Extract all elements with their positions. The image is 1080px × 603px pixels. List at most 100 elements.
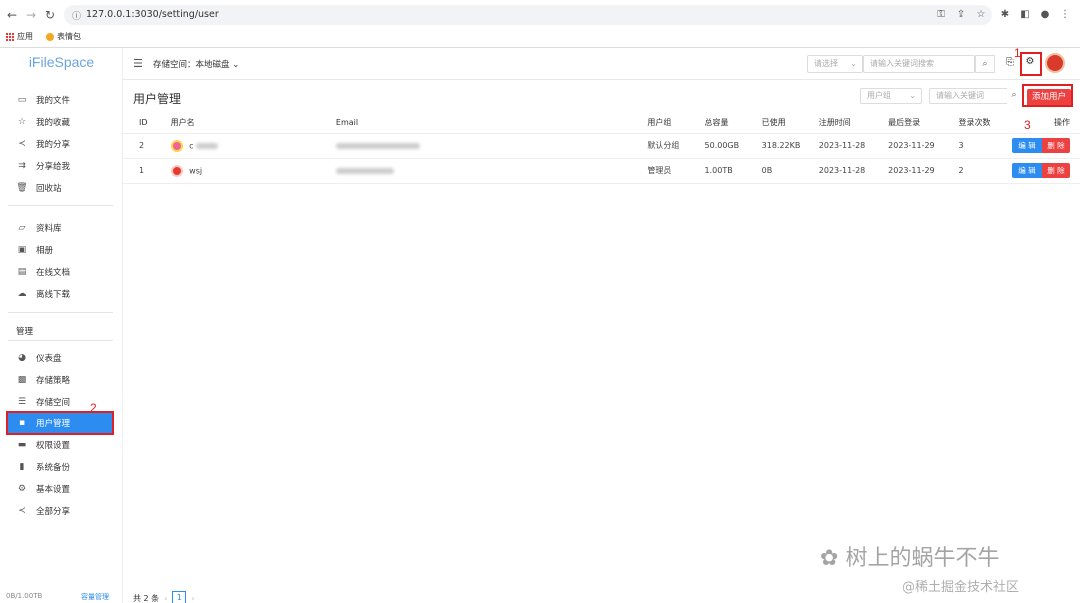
- sidebar-item-all-shares[interactable]: ≺ 全部分享: [0, 501, 123, 521]
- emoji-icon: [46, 32, 54, 41]
- shared-with-me-icon: ⇉: [18, 161, 26, 171]
- column-header-login-count: 登录次数: [958, 113, 1010, 134]
- cell-last-login: 2023-11-29: [888, 158, 959, 184]
- user-group-filter[interactable]: 用户组 ⌄: [860, 88, 922, 104]
- share-page-icon[interactable]: ⇪: [954, 8, 968, 22]
- storage-selector-label: 存储空间：本地磁盘: [153, 60, 230, 70]
- annotation-box-3: [1022, 84, 1073, 107]
- sidebar-item-label: 仪表盘: [36, 354, 62, 364]
- sidebar-item-album[interactable]: ▣ 相册: [0, 240, 123, 260]
- watermark-juejin: @稀土掘金技术社区: [902, 580, 1020, 595]
- sidebar: iFileSpace ▭ 我的文件 ☆ 我的收藏 ≺ 我的分享 ⇉ 分享给我 🗑…: [0, 48, 123, 603]
- delete-button[interactable]: 删 除: [1042, 138, 1070, 153]
- cell-group: 默认分组: [647, 133, 705, 159]
- delete-button[interactable]: 删 除: [1042, 163, 1070, 178]
- column-header-total: 总容量: [704, 113, 762, 134]
- page-title: 用户管理: [133, 92, 182, 106]
- cell-total: 50.00GB: [704, 133, 762, 159]
- chevron-down-icon: ⌄: [232, 60, 240, 70]
- side-panel-icon[interactable]: ◧: [1018, 8, 1032, 22]
- sidebar-item-dashboard[interactable]: ◕ 仪表盘: [0, 348, 123, 368]
- sidebar-item-my-shares[interactable]: ≺ 我的分享: [0, 134, 123, 154]
- address-bar[interactable]: ⓘ 127.0.0.1:3030/setting/user: [64, 5, 992, 25]
- profile-icon[interactable]: ●: [1038, 8, 1052, 22]
- bookmark-star-icon[interactable]: ☆: [974, 8, 988, 22]
- sidebar-item-basic-settings[interactable]: ⚙ 基本设置: [0, 479, 123, 499]
- sidebar-item-backup[interactable]: ▮ 系统备份: [0, 457, 123, 477]
- reload-icon[interactable]: ↻: [42, 7, 58, 23]
- folder-icon: ▭: [17, 95, 27, 105]
- all-shares-icon: ≺: [18, 506, 26, 516]
- sidebar-item-favorites[interactable]: ☆ 我的收藏: [0, 112, 123, 132]
- username-text: wsj: [189, 166, 203, 175]
- divider: [8, 312, 113, 313]
- key-icon[interactable]: ⚿: [934, 8, 948, 22]
- cell-actions: 编 辑删 除: [1009, 158, 1080, 184]
- app-header: ☰ 存储空间：本地磁盘 ⌄ 请选择 ⌄ 请输入关键词搜索 ⌕ ⎘ ⚙: [123, 48, 1080, 80]
- more-menu-icon[interactable]: ⋮: [1058, 8, 1072, 22]
- chevron-down-icon: ⌄: [850, 59, 857, 68]
- sidebar-item-label: 离线下载: [36, 290, 71, 300]
- cell-email: [319, 158, 648, 184]
- menu-toggle-icon[interactable]: ☰: [133, 57, 143, 70]
- sidebar-item-label: 存储策略: [36, 376, 71, 386]
- sidebar-item-label: 存储空间: [36, 398, 71, 408]
- sidebar-item-online-docs[interactable]: ▤ 在线文档: [0, 262, 123, 282]
- page-number[interactable]: 1: [172, 591, 187, 603]
- extensions-icon[interactable]: ✱: [998, 8, 1012, 22]
- sidebar-item-label: 权限设置: [36, 441, 71, 451]
- sidebar-item-library[interactable]: ▱ 资料库: [0, 218, 123, 238]
- sidebar-item-shared-with-me[interactable]: ⇉ 分享给我: [0, 156, 123, 176]
- storage-selector[interactable]: 存储空间：本地磁盘 ⌄: [153, 58, 239, 70]
- app-logo[interactable]: iFileSpace: [0, 54, 123, 70]
- prev-page-icon[interactable]: ‹: [164, 594, 167, 603]
- sidebar-item-label: 我的文件: [36, 96, 71, 106]
- cell-actions: 编 辑删 除: [1009, 133, 1080, 159]
- bookmark-emoji[interactable]: 表情包: [46, 31, 81, 42]
- url-text[interactable]: 127.0.0.1:3030/setting/user: [86, 9, 219, 20]
- sidebar-item-my-files[interactable]: ▭ 我的文件: [0, 90, 123, 110]
- browser-chrome: ← → ↻ ⓘ 127.0.0.1:3030/setting/user ⚿ ⇪ …: [0, 0, 1080, 48]
- sidebar-item-offline-download[interactable]: ☁ 离线下载: [0, 284, 123, 304]
- capacity-management-link[interactable]: 容量管理: [81, 592, 109, 602]
- info-icon[interactable]: ⓘ: [72, 9, 81, 22]
- column-header-email: Email: [319, 113, 648, 134]
- cell-used: 0B: [761, 158, 819, 184]
- sidebar-item-recycle-bin[interactable]: 🗑 回收站: [0, 178, 123, 198]
- forward-icon[interactable]: →: [23, 7, 39, 23]
- edit-button[interactable]: 编 辑: [1012, 163, 1042, 178]
- table-header-row: ID 用户名 Email 用户组 总容量 已使用 注册时间 最后登录 登录次数 …: [123, 113, 1080, 134]
- header-search-input[interactable]: 请输入关键词搜索: [863, 55, 975, 73]
- username-text: c: [189, 141, 194, 150]
- column-header-last-login: 最后登录: [888, 113, 959, 134]
- column-header-actions: 操作: [1009, 113, 1080, 134]
- sidebar-item-permissions[interactable]: ▬ 权限设置: [0, 435, 123, 455]
- keyword-search-input[interactable]: 请输入关键词: [929, 88, 1009, 104]
- column-header-id: ID: [123, 113, 155, 134]
- user-group-filter-placeholder: 用户组: [867, 91, 891, 100]
- annotation-number-2: 2: [90, 401, 97, 415]
- share-icon: ≺: [18, 139, 26, 149]
- column-header-username: 用户名: [154, 113, 320, 134]
- edit-button[interactable]: 编 辑: [1012, 138, 1042, 153]
- storage-policy-icon: ▩: [17, 375, 27, 385]
- sidebar-item-storage-space[interactable]: ☰ 存储空间: [0, 392, 123, 412]
- image-icon: ▣: [17, 245, 27, 255]
- keyword-search-button[interactable]: ⌕: [1007, 88, 1021, 104]
- cell-registered: 2023-11-28: [818, 158, 889, 184]
- sidebar-item-storage-policy[interactable]: ▩ 存储策略: [0, 370, 123, 390]
- cell-login-count: 3: [958, 133, 1010, 159]
- type-select[interactable]: 请选择 ⌄: [807, 55, 863, 73]
- star-icon: ☆: [17, 117, 27, 127]
- search-icon: ⌕: [1011, 90, 1017, 100]
- column-header-group: 用户组: [647, 113, 705, 134]
- back-icon[interactable]: ←: [4, 7, 20, 23]
- watermark-wechat: ✿ 树上的蜗牛不牛: [820, 540, 999, 572]
- apps-grid-icon: [6, 32, 14, 41]
- next-page-icon[interactable]: ›: [191, 594, 194, 603]
- bookmark-apps[interactable]: 应用: [6, 31, 33, 42]
- sidebar-item-label: 我的分享: [36, 140, 71, 150]
- header-search-button[interactable]: ⌕: [975, 55, 995, 73]
- user-avatar[interactable]: [1045, 53, 1065, 73]
- sidebar-item-label: 全部分享: [36, 507, 71, 517]
